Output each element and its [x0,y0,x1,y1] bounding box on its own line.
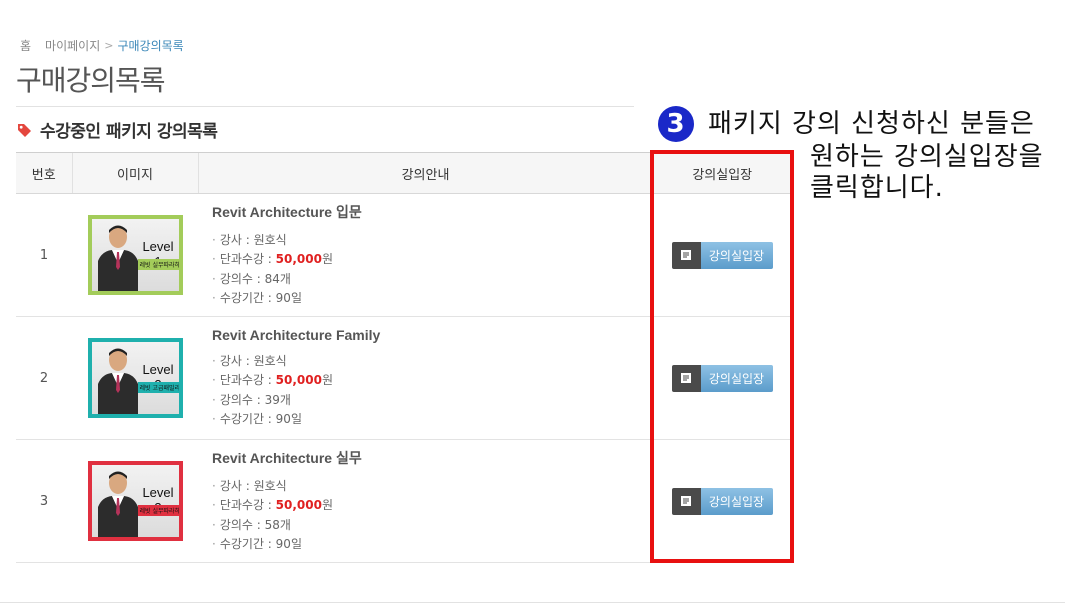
thumbnail-subtitle: 레빗 실무따라하기 [137,259,179,270]
course-thumbnail[interactable]: Level 1레빗 실무따라하기 [87,215,183,295]
header-info: 강의안내 [197,152,653,194]
instructor-photo [97,225,138,291]
header-image: 이미지 [71,152,198,194]
meta-instructor: 강사 : 원호식 [212,352,653,372]
meta-period: 수강기간 : 90일 [212,410,653,430]
row-number: 3 [16,439,72,563]
page-title: 구매강의목록 [16,64,166,97]
enter-cell: 강의실입장 [653,193,791,317]
meta-price: 단과수강 : 50,000원 [212,496,653,516]
table-row: 1Level 1레빗 실무따라하기Revit Architecture 입문강사… [16,193,791,317]
course-title[interactable]: Revit Architecture Family [212,327,653,343]
step-number-badge: 3 [658,106,694,142]
enter-classroom-button[interactable]: 강의실입장 [671,364,773,392]
period-label: 수강기간 : [219,291,276,305]
price-label: 단과수강 : [219,252,276,266]
count-label: 강의수 : [219,517,265,532]
thumbnail-cell: Level 1레빗 실무따라하기 [72,193,198,317]
meta-period: 수강기간 : 90일 [212,535,653,555]
count-value: 58개 [264,517,291,532]
instructor-label: 강사 : [219,353,254,368]
header-num: 번호 [16,152,72,194]
period-value: 90일 [275,291,302,305]
table-row: 3Level 3레빗 실무따라하기Revit Architecture 실무강사… [16,439,791,563]
period-value: 90일 [275,412,302,426]
instructor-label: 강사 : [219,478,254,493]
breadcrumb-mypage[interactable]: 마이페이지 [45,37,100,54]
meta-price: 단과수강 : 50,000원 [212,371,653,391]
table-header-row: 번호 이미지 강의안내 강의실입장 [16,152,791,194]
count-label: 강의수 : [219,392,265,407]
course-title[interactable]: Revit Architecture 입문 [212,202,653,222]
thumbnail-cell: Level 3레빗 실무따라하기 [72,439,198,563]
meta-price: 단과수강 : 50,000원 [212,250,653,270]
period-label: 수강기간 : [219,537,276,551]
course-thumbnail[interactable]: Level 2레빗 고급패밀리 [87,338,183,418]
title-divider [16,106,634,107]
period-label: 수강기간 : [219,412,276,426]
enter-button-label: 강의실입장 [700,364,773,392]
thumbnail-cell: Level 2레빗 고급패밀리 [72,316,198,440]
price-value: 50,000 [275,373,322,387]
instructor-label: 강사 : [219,232,254,247]
period-value: 90일 [275,537,302,551]
annotation-line-2: 원하는 강의실입장을 [810,142,1044,172]
enter-button-label: 강의실입장 [700,487,773,515]
count-label: 강의수 : [219,271,265,286]
meta-period: 수강기간 : 90일 [212,289,653,309]
instructor-value: 원호식 [253,478,287,493]
document-icon [671,364,701,392]
section-header: 수강중인 패키지 강의목록 [16,117,218,142]
annotation-line-3: 클릭합니다. [810,173,944,203]
meta-instructor: 강사 : 원호식 [212,477,653,497]
breadcrumb-separator: > [104,39,114,52]
annotation-line-1: 패키지 강의 신청하신 분들은 [708,109,1035,139]
meta-instructor: 강사 : 원호식 [212,231,653,251]
price-unit: 원 [321,252,334,266]
row-number: 2 [16,316,72,440]
breadcrumb-current: 구매강의목록 [117,39,184,53]
document-icon [671,487,701,515]
instructor-photo [97,348,138,414]
enter-classroom-button[interactable]: 강의실입장 [671,487,773,515]
enter-button-label: 강의실입장 [700,241,773,269]
enter-cell: 강의실입장 [653,439,791,563]
course-info: Revit Architecture 실무강사 : 원호식단과수강 : 50,0… [198,439,653,563]
price-unit: 원 [321,373,334,387]
count-value: 39개 [264,392,291,407]
tag-icon [18,123,31,137]
course-info: Revit Architecture 입문강사 : 원호식단과수강 : 50,0… [198,193,653,317]
meta-count: 강의수 : 39개 [212,391,653,411]
thumbnail-subtitle: 레빗 실무따라하기 [137,505,179,516]
instructor-value: 원호식 [253,353,287,368]
row-number: 1 [16,193,72,317]
instructor-value: 원호식 [253,232,287,247]
price-unit: 원 [321,498,334,512]
course-info: Revit Architecture Family강사 : 원호식단과수강 : … [198,316,653,440]
thumbnail-subtitle: 레빗 고급패밀리 [137,382,179,393]
price-label: 단과수강 : [219,373,276,387]
course-thumbnail[interactable]: Level 3레빗 실무따라하기 [87,461,183,541]
bottom-divider [0,602,1065,603]
count-value: 84개 [264,271,291,286]
breadcrumb: 홈 마이페이지 > 구매강의목록 [20,37,184,54]
course-table: 번호 이미지 강의안내 강의실입장 1Level 1레빗 실무따라하기Revit… [16,152,791,563]
breadcrumb-home[interactable]: 홈 [20,37,31,54]
course-meta: 강사 : 원호식단과수강 : 50,000원강의수 : 58개수강기간 : 90… [212,477,653,555]
price-value: 50,000 [275,252,322,266]
meta-count: 강의수 : 84개 [212,270,653,290]
header-enter: 강의실입장 [652,152,791,194]
course-meta: 강사 : 원호식단과수강 : 50,000원강의수 : 39개수강기간 : 90… [212,352,653,430]
document-icon [671,241,701,269]
instructor-photo [97,471,138,537]
meta-count: 강의수 : 58개 [212,516,653,536]
enter-classroom-button[interactable]: 강의실입장 [671,241,773,269]
price-value: 50,000 [275,498,322,512]
price-label: 단과수강 : [219,498,276,512]
course-title[interactable]: Revit Architecture 실무 [212,448,653,468]
section-title: 수강중인 패키지 강의목록 [40,122,218,142]
table-row: 2Level 2레빗 고급패밀리Revit Architecture Famil… [16,316,791,440]
enter-cell: 강의실입장 [653,316,791,440]
course-meta: 강사 : 원호식단과수강 : 50,000원강의수 : 84개수강기간 : 90… [212,231,653,309]
